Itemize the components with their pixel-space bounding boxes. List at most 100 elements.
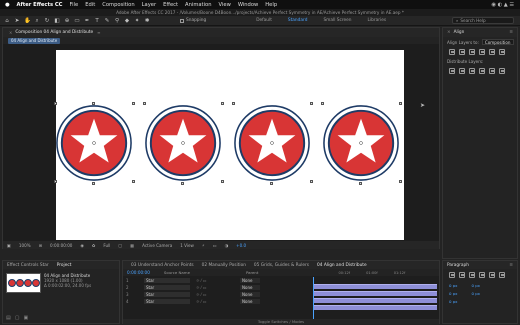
distribute-right-icon[interactable] (499, 68, 505, 74)
distribute-horizontal-center-icon[interactable] (489, 68, 495, 74)
justify-all-icon[interactable] (499, 272, 505, 278)
selection-handle[interactable] (92, 182, 95, 185)
exposure-value[interactable]: +0.0 (236, 243, 246, 248)
fast-preview-icon[interactable]: ⚡ (202, 243, 205, 248)
first-line-indent-value[interactable]: 0 px (449, 299, 457, 304)
timeline-icon[interactable]: ▭ (213, 243, 217, 248)
tab-03-understand-anchor-points[interactable]: 03 Understand Anchor Points (131, 263, 194, 268)
align-right-icon[interactable] (469, 49, 475, 55)
align-top-icon[interactable] (479, 49, 485, 55)
selection-handle[interactable] (321, 102, 324, 105)
tab-project[interactable]: Project (57, 263, 72, 268)
distribute-vertical-center-icon[interactable] (459, 68, 465, 74)
menu-animation[interactable]: Animation (185, 2, 211, 8)
space-after-value[interactable]: 0 px (471, 291, 479, 296)
align-vertical-center-icon[interactable] (489, 49, 495, 55)
distribute-bottom-icon[interactable] (469, 68, 475, 74)
layer-name[interactable]: Star (144, 284, 190, 290)
tab-composition[interactable]: Composition 04 Align and Distribute (15, 30, 93, 35)
align-text-right-icon[interactable] (469, 272, 475, 278)
layer-switches-icon[interactable]: ☼ ⁄ ▭ (196, 285, 240, 290)
selection-handle[interactable] (232, 102, 235, 105)
current-timecode[interactable]: 0:00:00:00 (50, 243, 72, 248)
panel-menu-icon[interactable]: ≡ (97, 30, 100, 35)
align-layers-to-select[interactable]: Composition (481, 39, 514, 45)
menu-edit[interactable]: Edit (85, 2, 95, 8)
clone-tool-icon[interactable]: ⚲ (114, 18, 120, 24)
layer-duration-bar[interactable] (313, 284, 437, 289)
star-layer-1[interactable] (55, 104, 133, 182)
selection-tool-icon[interactable]: ➤ (14, 18, 20, 24)
grid-icon[interactable]: ⊞ (39, 243, 42, 248)
layer-duration-bar[interactable] (313, 291, 437, 296)
tab-effect-controls[interactable]: Effect Controls Star (7, 263, 49, 268)
layer-duration-bar[interactable] (313, 298, 437, 303)
resolution-dropdown[interactable]: Full (103, 243, 110, 248)
reset-exposure-icon[interactable]: ◑ (225, 243, 229, 248)
workspace-small-screen[interactable]: Small Screen (323, 18, 351, 23)
layer-switches-icon[interactable]: ☼ ⁄ ▭ (196, 299, 240, 304)
selection-handle[interactable] (92, 102, 95, 105)
workspace-libraries[interactable]: Libraries (368, 18, 387, 23)
menu-file[interactable]: File (70, 2, 79, 8)
close-icon[interactable]: × (447, 30, 451, 35)
selection-handle[interactable] (143, 102, 146, 105)
apple-icon[interactable]: ● (5, 2, 10, 8)
tab-02-manually-position[interactable]: 02 Manually Position (202, 263, 246, 268)
layer-parent[interactable]: None (240, 284, 260, 290)
transparency-grid-icon[interactable]: ▦ (130, 243, 134, 248)
panel-menu-icon[interactable]: ≡ (509, 30, 513, 35)
selection-handle[interactable] (132, 102, 135, 105)
layer-parent[interactable]: None (240, 298, 260, 304)
selection-handle[interactable] (270, 182, 273, 185)
layer-name[interactable]: Star (144, 291, 190, 297)
camera-dropdown[interactable]: Active Camera (142, 243, 172, 248)
home-icon[interactable]: ⌂ (4, 18, 10, 24)
playhead[interactable] (313, 277, 314, 322)
star-layer-3[interactable] (233, 104, 311, 182)
tab-05-grids-guides-rulers[interactable]: 05 Grids, Guides & Rulers (254, 263, 309, 268)
timeline-timecode[interactable]: 0:00:00:00 (127, 270, 150, 275)
snapshot-icon[interactable]: ◉ (80, 243, 84, 248)
selection-handle[interactable] (310, 180, 313, 183)
zoom-dropdown[interactable]: 100% (19, 243, 31, 248)
star-layer-2[interactable] (144, 104, 222, 182)
view-layout-dropdown[interactable]: 1 View (180, 243, 194, 248)
toggle-switches-modes[interactable]: Toggle Switches / Modes (123, 319, 439, 324)
layer-parent[interactable]: None (240, 277, 260, 283)
channel-icon[interactable]: ✿ (92, 243, 95, 248)
indent-right-value[interactable]: 0 px (471, 283, 479, 288)
selection-handle[interactable] (54, 180, 57, 183)
panel-menu-icon[interactable]: ≡ (509, 263, 513, 268)
star-layer-4[interactable] (322, 104, 400, 182)
selection-handle[interactable] (181, 182, 184, 185)
always-preview-icon[interactable]: ▣ (7, 243, 11, 248)
interpret-footage-icon[interactable]: ▤ (6, 315, 11, 321)
pan-behind-tool-icon[interactable]: ⊕ (64, 18, 70, 24)
align-left-icon[interactable] (449, 49, 455, 55)
align-bottom-icon[interactable] (499, 49, 505, 55)
eraser-tool-icon[interactable]: ◆ (124, 18, 130, 24)
layer-name[interactable]: Star (144, 298, 190, 304)
space-before-value[interactable]: 0 px (449, 291, 457, 296)
search-help-input[interactable]: ⌕ Search Help (452, 17, 514, 24)
brush-tool-icon[interactable]: ✎ (104, 18, 110, 24)
snapping-checkbox[interactable] (180, 18, 184, 23)
region-icon[interactable]: ▢ (118, 243, 122, 248)
menu-app[interactable]: After Effects CC (17, 2, 63, 8)
layer-parent[interactable]: None (240, 291, 260, 297)
center-text-icon[interactable] (459, 272, 465, 278)
menu-composition[interactable]: Composition (102, 2, 134, 8)
align-text-left-icon[interactable] (449, 272, 455, 278)
distribute-top-icon[interactable] (449, 68, 455, 74)
breadcrumb[interactable]: 04 Align and Distribute (8, 37, 61, 44)
composition-canvas[interactable] (54, 50, 404, 240)
layer-switches-icon[interactable]: ☼ ⁄ ▭ (196, 278, 240, 283)
distribute-left-icon[interactable] (479, 68, 485, 74)
selection-handle[interactable] (221, 102, 224, 105)
menu-help[interactable]: Help (265, 2, 277, 8)
roto-tool-icon[interactable]: ✦ (134, 18, 140, 24)
pen-tool-icon[interactable]: ✒ (84, 18, 90, 24)
justify-center-icon[interactable] (489, 272, 495, 278)
selection-handle[interactable] (221, 180, 224, 183)
